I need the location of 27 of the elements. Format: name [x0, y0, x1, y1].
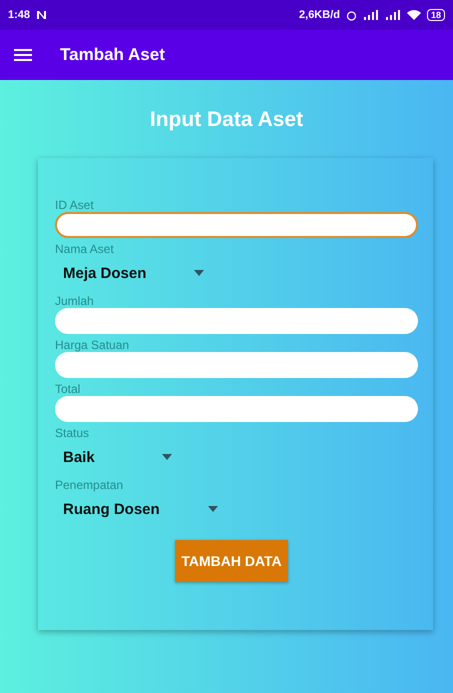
- dropdown[interactable]: Baik: [55, 440, 180, 474]
- dropdown[interactable]: Meja Dosen: [55, 256, 212, 290]
- input-field[interactable]: [55, 396, 418, 422]
- input-field[interactable]: [55, 308, 418, 334]
- caret-icon: [162, 454, 172, 460]
- caret-icon: [194, 270, 204, 276]
- input-field[interactable]: [55, 212, 418, 238]
- field-label: ID Aset: [55, 198, 95, 212]
- menu-icon[interactable]: [14, 48, 32, 62]
- field-label: Total: [55, 382, 82, 396]
- page-heading: Input Data Aset: [148, 108, 304, 133]
- notification-icon: [36, 10, 48, 20]
- dropdown[interactable]: Ruang Dosen: [55, 492, 226, 526]
- app-title: Tambah Aset: [60, 45, 165, 65]
- signal-icon: [362, 10, 379, 20]
- field-label: Harga Satuan: [55, 338, 130, 352]
- battery-level: 18: [426, 9, 445, 21]
- network-speed: 2,6KB/d: [299, 9, 340, 21]
- wifi-icon: [406, 10, 421, 20]
- field-label: Penempatan: [55, 478, 124, 492]
- clock: 1:48: [8, 9, 30, 21]
- field-label: Jumlah: [55, 294, 95, 308]
- signal-icon: [384, 10, 401, 20]
- field-label: Status: [55, 426, 90, 440]
- field-label: Nama Aset: [55, 242, 115, 256]
- caret-icon: [208, 506, 218, 512]
- input-field[interactable]: [55, 352, 418, 378]
